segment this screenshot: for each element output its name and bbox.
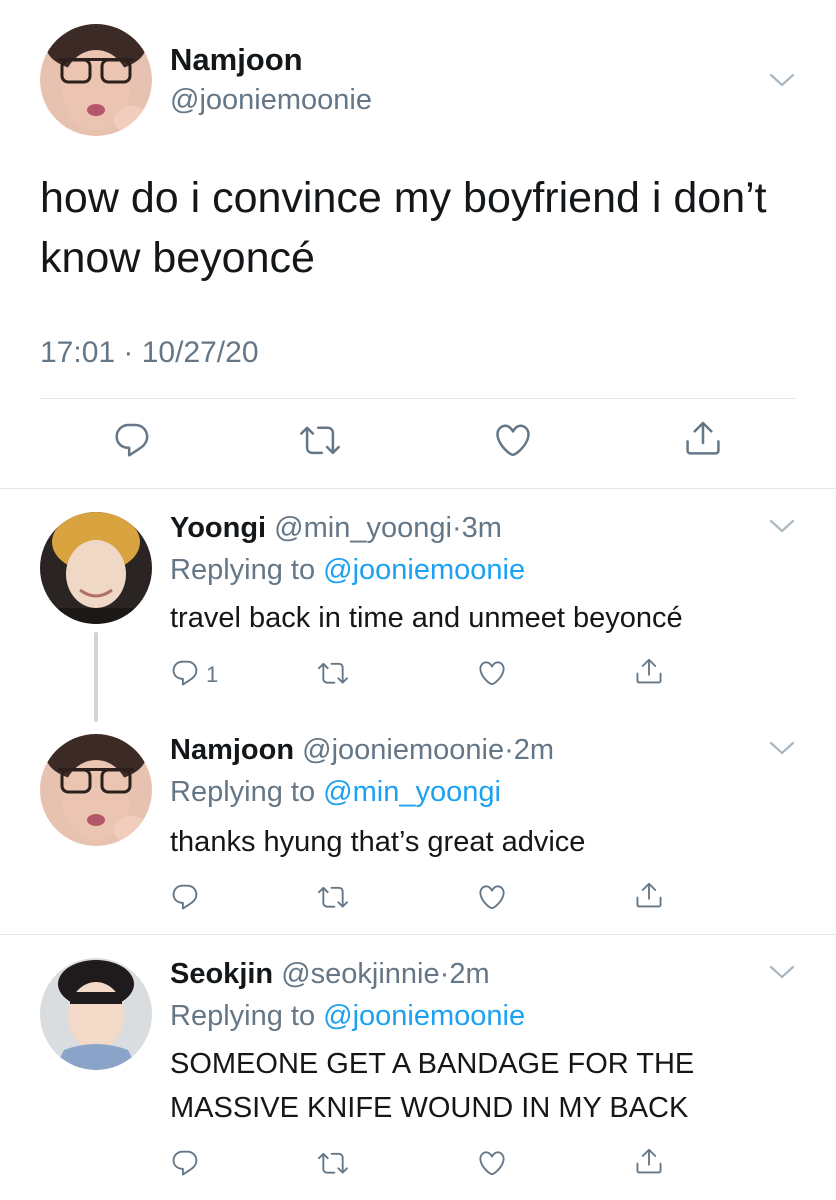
avatar[interactable] (40, 958, 152, 1070)
reply-count: 1 (206, 662, 219, 687)
avatar-photo-icon (40, 512, 152, 624)
divider (40, 398, 796, 399)
author-name[interactable]: Namjoon (170, 734, 294, 766)
tweet-text-line: know beyoncé (40, 234, 315, 282)
like-icon[interactable] (477, 882, 507, 912)
avatar[interactable] (40, 24, 152, 136)
avatar-photo-icon (40, 734, 152, 846)
author-handle[interactable]: @min_yoongi (274, 512, 452, 544)
like-icon[interactable] (477, 658, 507, 688)
reply-header: Seokjin @seokjinnie·2m (170, 958, 490, 991)
tweet-timestamp[interactable]: 17:01 · 10/27/20 (40, 336, 259, 370)
replying-prefix: Replying to (170, 776, 316, 808)
reply-time[interactable]: 2m (449, 958, 489, 990)
avatar-photo-icon (40, 24, 152, 136)
like-icon[interactable] (493, 420, 533, 460)
avatar[interactable] (40, 512, 152, 624)
chevron-down-icon[interactable] (768, 516, 796, 536)
retweet-icon[interactable] (318, 1148, 348, 1178)
chevron-down-icon[interactable] (768, 962, 796, 982)
reply-tweet[interactable]: Namjoon @jooniemoonie·2m Replying to @mi… (0, 712, 836, 934)
reply-header: Namjoon @jooniemoonie·2m (170, 734, 554, 767)
separator: · (451, 512, 462, 544)
author-handle[interactable]: @jooniemoonie (302, 734, 504, 766)
share-icon[interactable] (634, 656, 664, 686)
retweet-icon[interactable] (318, 658, 348, 688)
retweet-icon[interactable] (318, 882, 348, 912)
tweet-text: how do i convince my boyfriend i don’t k… (40, 168, 820, 288)
avatar[interactable] (40, 734, 152, 846)
reply-text-line: MASSIVE KNIFE WOUND IN MY BACK (170, 1092, 689, 1124)
reply-text-line: SOMEONE GET A BANDAGE FOR THE (170, 1048, 695, 1080)
main-tweet: Namjoon @jooniemoonie how do i convince … (0, 0, 836, 488)
replying-to-link[interactable]: @jooniemoonie (323, 1000, 525, 1032)
author-handle[interactable]: @jooniemoonie (170, 84, 372, 117)
replying-to: Replying to @min_yoongi (170, 776, 501, 809)
reply-text: thanks hyung that’s great advice (170, 820, 810, 864)
replying-to-link[interactable]: @min_yoongi (323, 776, 501, 808)
reply-text: travel back in time and unmeet beyoncé (170, 596, 810, 640)
reply-icon[interactable] (170, 658, 200, 688)
reply-tweet[interactable]: Yoongi @min_yoongi·3m Replying to @jooni… (0, 488, 836, 722)
replying-to-link[interactable]: @jooniemoonie (323, 554, 525, 586)
like-icon[interactable] (477, 1148, 507, 1178)
reply-icon[interactable] (170, 1148, 200, 1178)
reply-tweet[interactable]: Seokjin @seokjinnie·2m Replying to @joon… (0, 934, 836, 1200)
separator: · (504, 734, 514, 766)
thread-line (94, 632, 98, 722)
tweet-text-line: how do i convince my boyfriend i don’t (40, 174, 767, 222)
reply-icon[interactable] (112, 420, 152, 460)
reply-time[interactable]: 2m (514, 734, 554, 766)
chevron-down-icon[interactable] (768, 70, 796, 90)
author-handle[interactable]: @seokjinnie (281, 958, 439, 990)
retweet-icon[interactable] (300, 420, 340, 460)
replying-to: Replying to @jooniemoonie (170, 554, 525, 587)
author-name[interactable]: Namjoon (170, 42, 303, 78)
reply-icon[interactable] (170, 882, 200, 912)
reply-text-line: travel back in time and unmeet beyoncé (170, 602, 683, 634)
reply-text-line: thanks hyung that’s great advice (170, 826, 586, 858)
share-icon[interactable] (634, 880, 664, 910)
reply-header: Yoongi @min_yoongi·3m (170, 512, 502, 545)
share-icon[interactable] (683, 418, 723, 458)
separator: · (439, 958, 450, 990)
chevron-down-icon[interactable] (768, 738, 796, 758)
reply-text: SOMEONE GET A BANDAGE FOR THE MASSIVE KN… (170, 1042, 810, 1130)
avatar-photo-icon (40, 958, 152, 1070)
reply-time[interactable]: 3m (462, 512, 502, 544)
replying-prefix: Replying to (170, 554, 316, 586)
share-icon[interactable] (634, 1146, 664, 1176)
replying-prefix: Replying to (170, 1000, 316, 1032)
replying-to: Replying to @jooniemoonie (170, 1000, 525, 1033)
author-name[interactable]: Yoongi (170, 512, 266, 544)
author-name[interactable]: Seokjin (170, 958, 273, 990)
